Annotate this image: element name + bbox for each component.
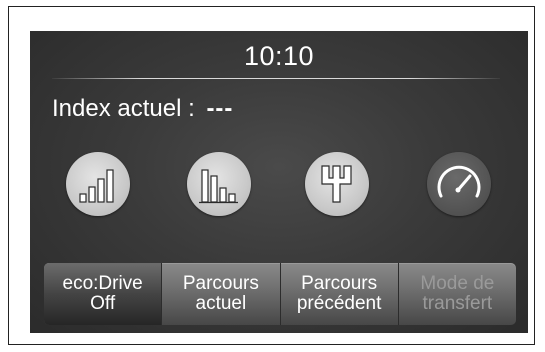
tab-label-line2: transfert (422, 293, 493, 314)
bar-chart-icon[interactable] (187, 152, 251, 216)
tab-mode-de-transfert[interactable]: Mode de transfert (399, 263, 516, 325)
tab-label-line2: actuel (195, 293, 247, 314)
tab-label-line1: Mode de (420, 273, 495, 294)
index-row: Index actuel : --- (52, 95, 233, 123)
tab-parcours-actuel[interactable]: Parcours actuel (162, 263, 281, 325)
ecodrive-screen: 10:10 Index actuel : --- eco:Drive Off P… (30, 31, 528, 333)
clock: 10:10 (243, 41, 315, 71)
tab-label-line1: eco:Drive (62, 273, 143, 294)
index-value: --- (206, 95, 234, 122)
speedometer-icon[interactable] (427, 152, 491, 216)
tab-ecodrive-off[interactable]: eco:Drive Off (44, 263, 163, 325)
gear-shift-icon[interactable] (305, 152, 369, 216)
signal-bars-icon[interactable] (66, 152, 130, 216)
divider (52, 78, 500, 79)
index-label: Index actuel : (52, 95, 195, 122)
tab-label-line1: Parcours (301, 273, 378, 294)
tab-label-line2: précédent (296, 293, 382, 314)
tab-label-line1: Parcours (182, 273, 259, 294)
tab-label-line2: Off (90, 293, 116, 314)
tab-parcours-precedent[interactable]: Parcours précédent (281, 263, 399, 325)
tab-bar: eco:Drive Off Parcours actuel Parcours p… (44, 263, 516, 325)
